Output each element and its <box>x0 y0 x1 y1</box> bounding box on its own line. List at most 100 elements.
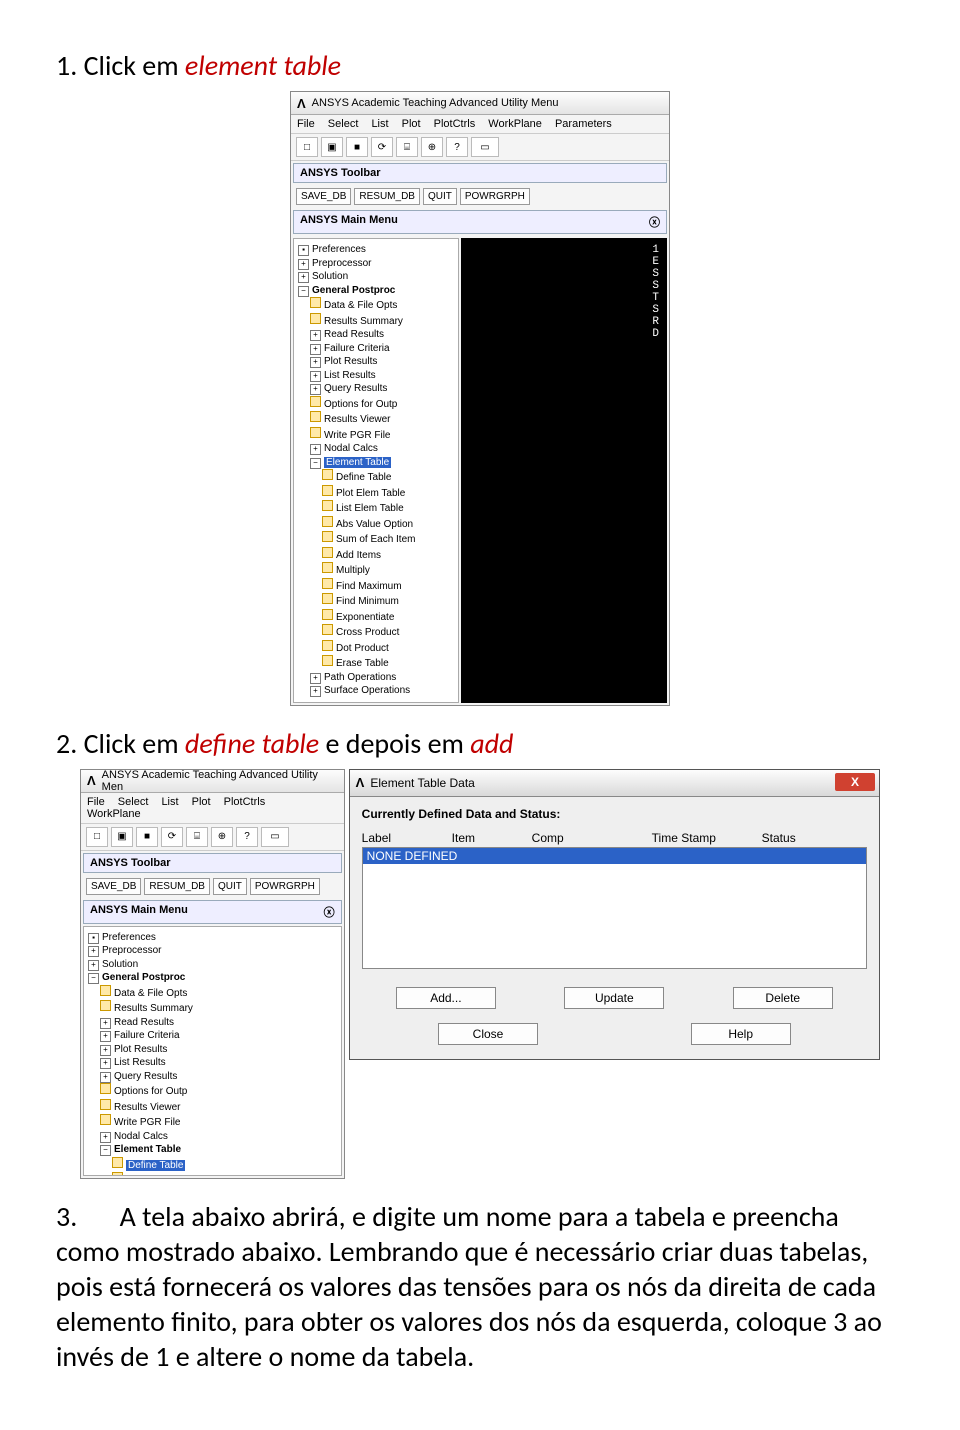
tree-list-results[interactable]: List Results <box>324 370 376 381</box>
add-button[interactable]: Add... <box>396 987 496 1009</box>
tree-plot-elem-table[interactable]: Plot Elem Table <box>126 1175 195 1176</box>
tree-preferences[interactable]: Preferences <box>312 244 366 255</box>
save-icon[interactable]: ■ <box>136 827 158 847</box>
tree-surface-ops[interactable]: Surface Operations <box>324 685 410 696</box>
close-icon[interactable]: X <box>835 773 875 791</box>
tree-general-postproc[interactable]: General Postproc <box>312 285 395 296</box>
tree-failure-criteria[interactable]: Failure Criteria <box>114 1030 180 1041</box>
tree-data-file-opts[interactable]: Data & File Opts <box>324 300 397 311</box>
tree-preferences[interactable]: Preferences <box>102 932 156 943</box>
tree-define-table-sel[interactable]: Define Table <box>126 1160 185 1171</box>
tree-erase-table[interactable]: Erase Table <box>336 658 389 669</box>
save-db-button[interactable]: SAVE_DB <box>86 878 141 895</box>
tree-write-pgr[interactable]: Write PGR File <box>324 430 391 441</box>
help-button[interactable]: Help <box>691 1023 791 1045</box>
dialog-list[interactable]: NONE DEFINED <box>362 847 867 969</box>
quit-button[interactable]: QUIT <box>423 188 457 205</box>
update-button[interactable]: Update <box>564 987 664 1009</box>
save-db-button[interactable]: SAVE_DB <box>296 188 351 205</box>
print-icon[interactable]: ⌸ <box>396 137 418 157</box>
tree-find-max[interactable]: Find Maximum <box>336 581 402 592</box>
tree-plot-results[interactable]: Plot Results <box>114 1044 167 1055</box>
tree-find-min[interactable]: Find Minimum <box>336 596 399 607</box>
tree-nodal-calcs[interactable]: Nodal Calcs <box>324 443 378 454</box>
step2-text-c: e depois em <box>319 726 470 761</box>
extra-icon[interactable]: ▭ <box>261 827 289 847</box>
tree-cross-product[interactable]: Cross Product <box>336 627 399 638</box>
print-icon[interactable]: ⌸ <box>186 827 208 847</box>
tree-results-summary[interactable]: Results Summary <box>324 316 403 327</box>
tree-solution[interactable]: Solution <box>312 271 348 282</box>
tree-preprocessor[interactable]: Preprocessor <box>102 945 161 956</box>
powrgrph-button[interactable]: POWRGRPH <box>460 188 530 205</box>
tree-solution[interactable]: Solution <box>102 959 138 970</box>
tree-list-elem-table[interactable]: List Elem Table <box>336 503 404 514</box>
tree-data-file-opts[interactable]: Data & File Opts <box>114 988 187 999</box>
close-button[interactable]: Close <box>438 1023 538 1045</box>
help-icon[interactable]: ? <box>236 827 258 847</box>
menu-select[interactable]: Select <box>118 796 149 808</box>
list-row-none[interactable]: NONE DEFINED <box>363 848 866 864</box>
tree-multiply[interactable]: Multiply <box>336 565 370 576</box>
open-icon[interactable]: ▣ <box>111 827 133 847</box>
quit-button[interactable]: QUIT <box>213 878 247 895</box>
help-icon[interactable]: ? <box>446 137 468 157</box>
menu-plot[interactable]: Plot <box>192 796 211 808</box>
tree-results-viewer[interactable]: Results Viewer <box>324 414 391 425</box>
tree-query-results[interactable]: Query Results <box>324 383 387 394</box>
tree[interactable]: ▪Preferences +Preprocessor +Solution −Ge… <box>293 238 459 703</box>
zoom-icon[interactable]: ⊕ <box>421 137 443 157</box>
tree-element-table[interactable]: Element Table <box>324 457 391 468</box>
menu-plot[interactable]: Plot <box>402 118 421 130</box>
extra-icon[interactable]: ▭ <box>471 137 499 157</box>
tree-exponentiate[interactable]: Exponentiate <box>336 612 394 623</box>
refresh-icon[interactable]: ⟳ <box>371 137 393 157</box>
tree-dot-product[interactable]: Dot Product <box>336 643 389 654</box>
menu-workplane[interactable]: WorkPlane <box>488 118 542 130</box>
main-menu-label: ANSYS Main Menu ⓧ <box>293 210 667 234</box>
tree-sum-each[interactable]: Sum of Each Item <box>336 534 415 545</box>
refresh-icon[interactable]: ⟳ <box>161 827 183 847</box>
tree-path-ops[interactable]: Path Operations <box>324 672 396 683</box>
resum-db-button[interactable]: RESUM_DB <box>354 188 420 205</box>
collapse-icon[interactable]: ⓧ <box>324 904 335 920</box>
tree-read-results[interactable]: Read Results <box>114 1017 174 1028</box>
tree-query-results[interactable]: Query Results <box>114 1071 177 1082</box>
menu-workplane[interactable]: WorkPlane <box>87 808 141 820</box>
tree-general-postproc[interactable]: General Postproc <box>102 972 185 983</box>
tree-abs-value[interactable]: Abs Value Option <box>336 519 413 530</box>
delete-button[interactable]: Delete <box>733 987 833 1009</box>
tree-2[interactable]: ▪Preferences +Preprocessor +Solution −Ge… <box>83 926 342 1176</box>
open-icon[interactable]: ▣ <box>321 137 343 157</box>
tree-write-pgr[interactable]: Write PGR File <box>114 1117 181 1128</box>
powrgrph-button[interactable]: POWRGRPH <box>250 878 320 895</box>
tree-nodal-calcs[interactable]: Nodal Calcs <box>114 1131 168 1142</box>
menu-file[interactable]: File <box>87 796 105 808</box>
new-icon[interactable]: □ <box>296 137 318 157</box>
tree-define-table[interactable]: Define Table <box>336 472 391 483</box>
tree-element-table[interactable]: Element Table <box>114 1144 181 1155</box>
new-icon[interactable]: □ <box>86 827 108 847</box>
collapse-icon[interactable]: ⓧ <box>649 214 660 230</box>
menu-plotctrls[interactable]: PlotCtrls <box>434 118 476 130</box>
tree-preprocessor[interactable]: Preprocessor <box>312 258 371 269</box>
tree-plot-results[interactable]: Plot Results <box>324 356 377 367</box>
menu-file[interactable]: File <box>297 118 315 130</box>
tree-results-viewer[interactable]: Results Viewer <box>114 1102 181 1113</box>
tree-options-outp[interactable]: Options for Outp <box>114 1086 187 1097</box>
tree-read-results[interactable]: Read Results <box>324 329 384 340</box>
menu-select[interactable]: Select <box>328 118 359 130</box>
menu-list[interactable]: List <box>371 118 388 130</box>
tree-list-results[interactable]: List Results <box>114 1057 166 1068</box>
menu-list[interactable]: List <box>161 796 178 808</box>
zoom-icon[interactable]: ⊕ <box>211 827 233 847</box>
resum-db-button[interactable]: RESUM_DB <box>144 878 210 895</box>
tree-add-items[interactable]: Add Items <box>336 550 381 561</box>
tree-plot-elem-table[interactable]: Plot Elem Table <box>336 488 405 499</box>
menu-parameters[interactable]: Parameters <box>555 118 612 130</box>
tree-options-outp[interactable]: Options for Outp <box>324 399 397 410</box>
tree-results-summary[interactable]: Results Summary <box>114 1003 193 1014</box>
tree-failure-criteria[interactable]: Failure Criteria <box>324 343 390 354</box>
save-icon[interactable]: ■ <box>346 137 368 157</box>
menu-plotctrls[interactable]: PlotCtrls <box>224 796 266 808</box>
